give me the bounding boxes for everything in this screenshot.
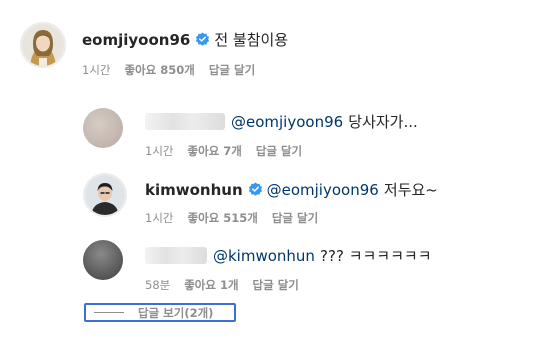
comment-time[interactable]: 1시간 (82, 63, 110, 77)
reply-meta: 1시간 좋아요 515개 답글 달기 (145, 210, 332, 226)
reply-button[interactable]: 답글 달기 (256, 144, 302, 158)
comment-reply-button[interactable]: 답글 달기 (209, 63, 255, 77)
reply-text: 저두요~ (383, 181, 438, 199)
reply-time[interactable]: 58분 (145, 278, 170, 292)
blurred-avatar-image (83, 240, 123, 280)
reply-likes[interactable]: 좋아요 515개 (187, 211, 257, 225)
view-replies-button[interactable]: 답글 보기(2개) (84, 303, 236, 322)
reply-text: ??? ㅋㅋㅋㅋㅋㅋ (320, 247, 432, 265)
comment-likes[interactable]: 좋아요 850개 (124, 63, 194, 77)
reply-mention[interactable]: @eomjiyoon96 (231, 113, 343, 131)
reply-text: 당사자가... (348, 113, 418, 131)
view-replies-label: 답글 보기(2개) (138, 305, 214, 320)
comment-username[interactable]: eomjiyoon96 (82, 31, 190, 49)
reply-avatar[interactable] (83, 240, 123, 280)
reply-line: @kimwonhun ??? ㅋㅋㅋㅋㅋㅋ (145, 245, 432, 266)
reply-likes[interactable]: 좋아요 1개 (184, 278, 238, 292)
comment-text: 전 불참이용 (214, 31, 289, 49)
blurred-username (145, 113, 225, 130)
verified-badge-icon (196, 32, 210, 46)
comment-meta: 1시간 좋아요 850개 답글 달기 (82, 62, 269, 78)
reply-button[interactable]: 답글 달기 (253, 278, 299, 292)
blurred-username (145, 247, 207, 264)
avatar-image (22, 24, 64, 66)
avatar[interactable] (20, 22, 66, 68)
reply-avatar[interactable] (83, 108, 123, 148)
blurred-avatar-image (83, 108, 123, 148)
reply-line: @eomjiyoon96 당사자가... (145, 111, 418, 132)
divider-line (94, 312, 124, 313)
verified-badge-icon (248, 182, 262, 196)
reply-likes[interactable]: 좋아요 7개 (187, 144, 241, 158)
reply-username[interactable]: kimwonhun (145, 181, 243, 199)
reply-mention[interactable]: @kimwonhun (213, 247, 315, 265)
reply-meta: 1시간 좋아요 7개 답글 달기 (145, 143, 316, 159)
reply-time[interactable]: 1시간 (145, 211, 173, 225)
reply-button[interactable]: 답글 달기 (272, 211, 318, 225)
reply-time[interactable]: 1시간 (145, 144, 173, 158)
reply-meta: 58분 좋아요 1개 답글 달기 (145, 277, 313, 293)
avatar-image (85, 175, 125, 215)
reply-line: kimwonhun @eomjiyoon96 저두요~ (145, 179, 438, 200)
comment-line: eomjiyoon96 전 불참이용 (82, 29, 288, 50)
reply-avatar[interactable] (83, 173, 127, 217)
reply-mention[interactable]: @eomjiyoon96 (267, 181, 379, 199)
